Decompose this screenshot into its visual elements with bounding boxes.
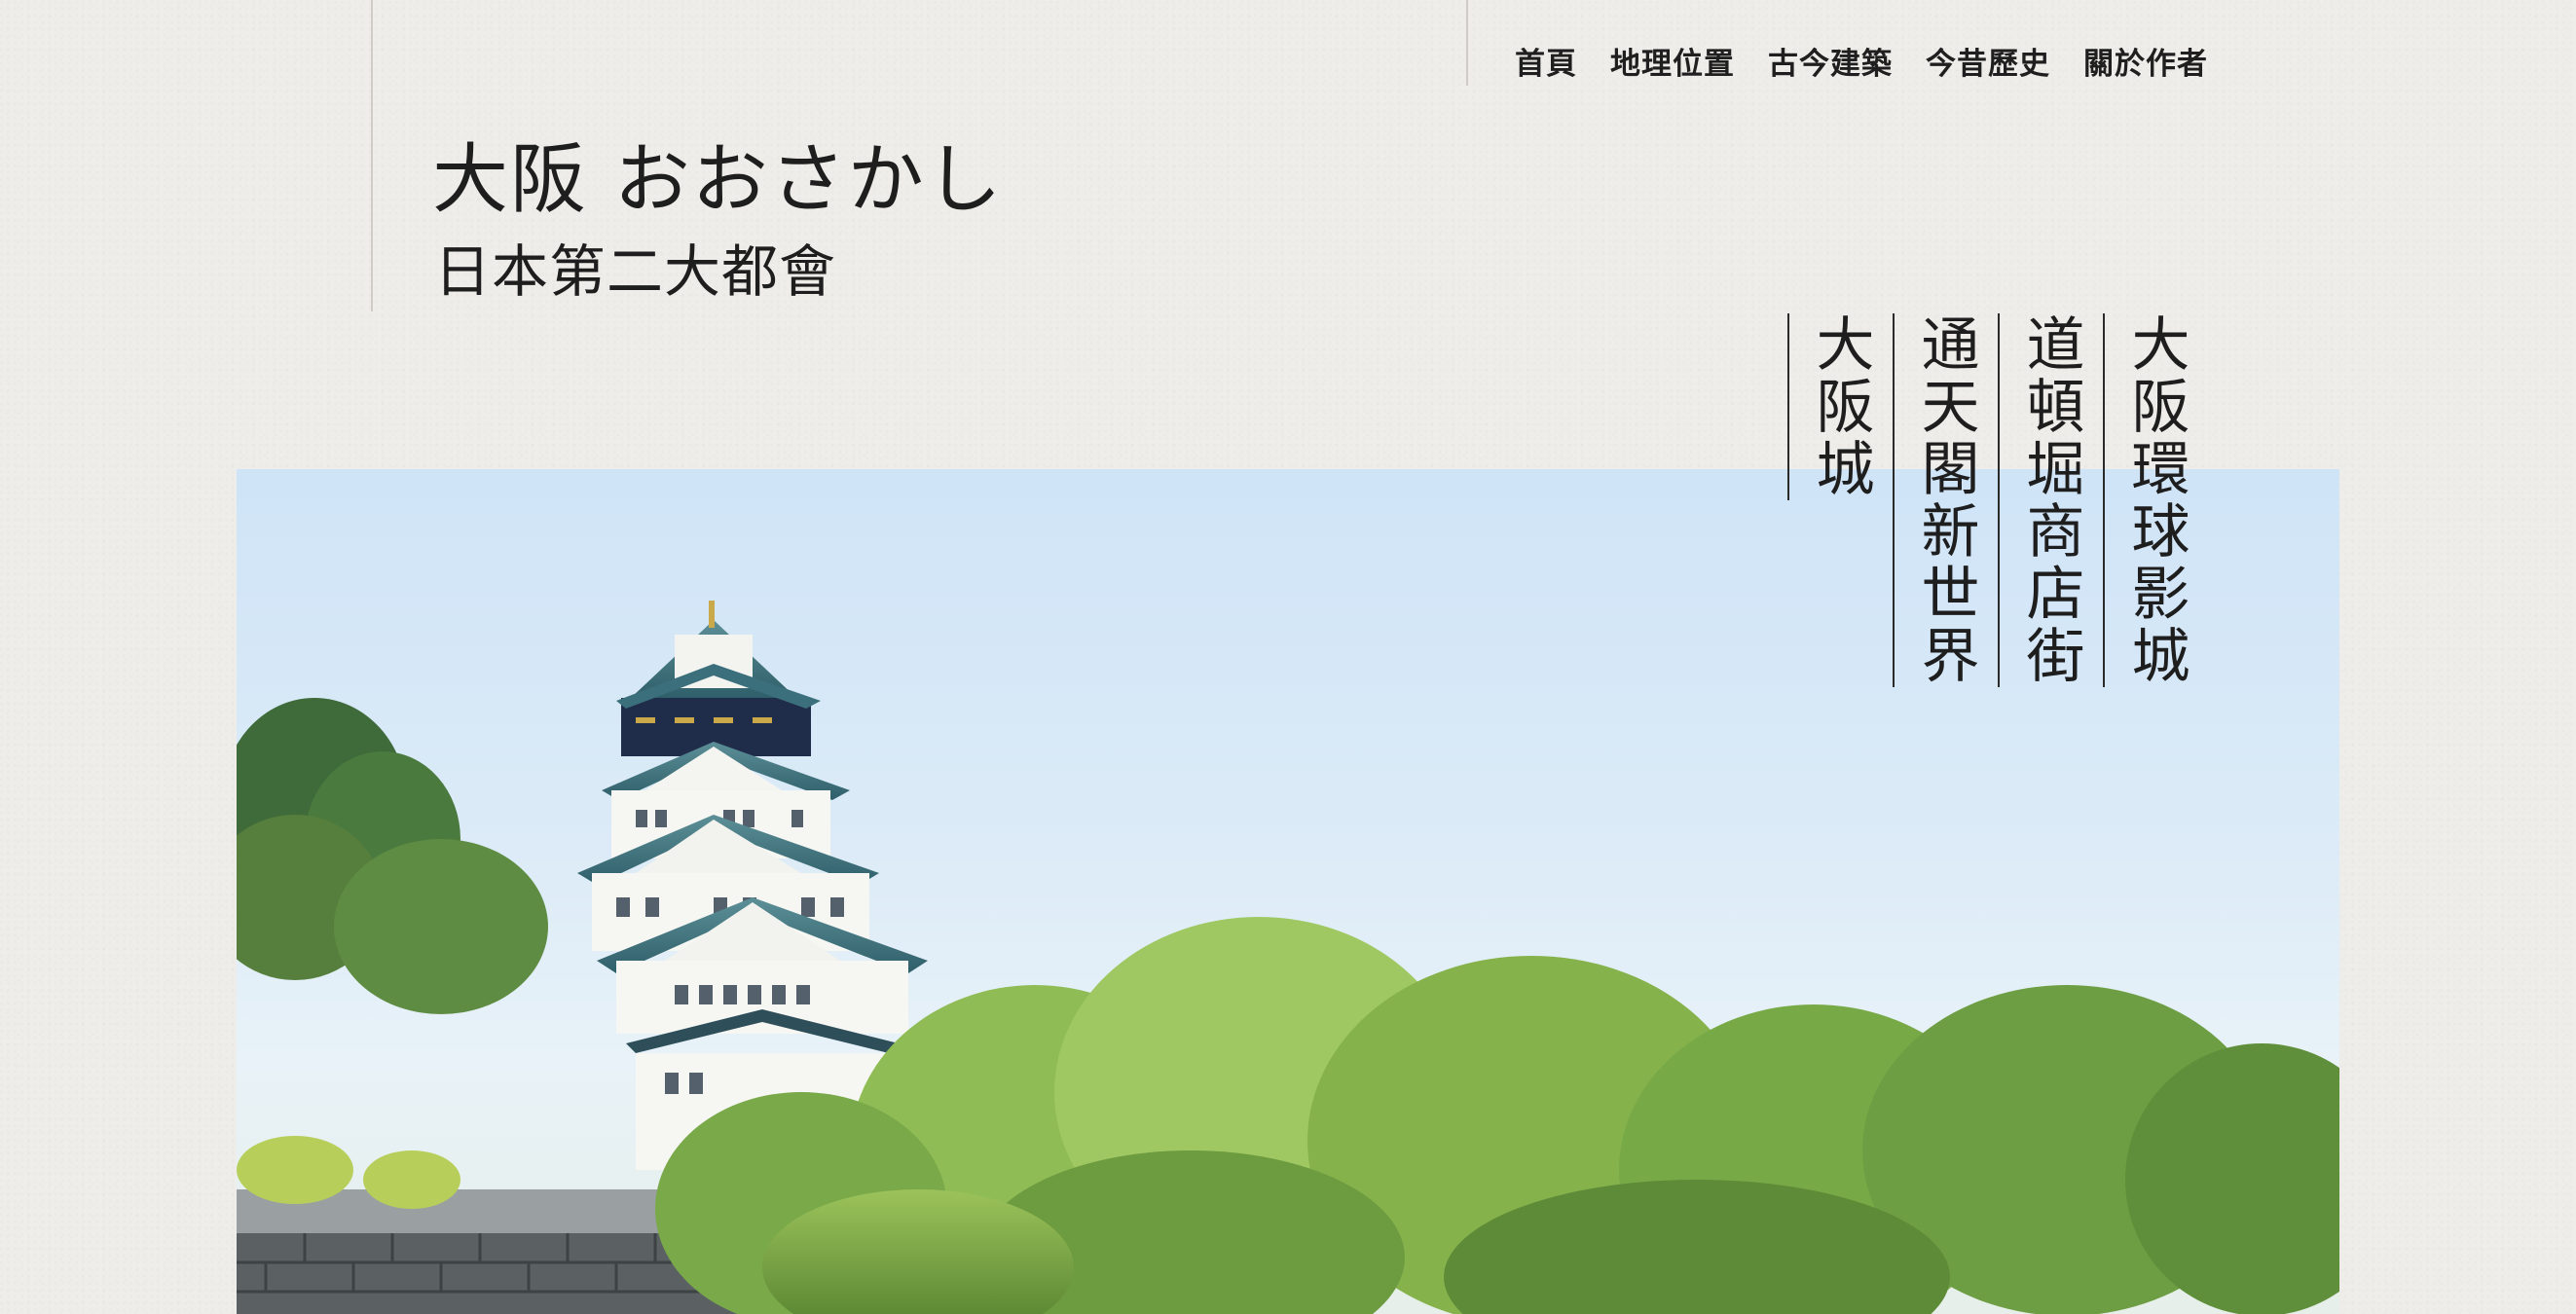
attraction-dotonbori[interactable]: 道頓堀商店街 — [1998, 313, 2084, 687]
nav-item-geography[interactable]: 地理位置 — [1610, 39, 1735, 83]
main-nav: 首頁 地理位置 古今建築 今昔歷史 關於作者 — [1515, 39, 2208, 83]
attraction-tsutenkaku[interactable]: 通天閣新世界 — [1893, 313, 1979, 687]
page-subtitle: 日本第二大都會 — [434, 238, 837, 305]
nav-item-history[interactable]: 今昔歷史 — [1926, 39, 2050, 83]
nav-item-about[interactable]: 關於作者 — [2083, 39, 2208, 83]
attraction-universal-studios[interactable]: 大阪環球影城 — [2103, 313, 2190, 687]
attraction-osaka-castle[interactable]: 大阪城 — [1787, 313, 1874, 500]
header-divider-line — [371, 0, 373, 311]
page-title: 大阪 おおさかし — [432, 136, 1004, 224]
nav-item-home[interactable]: 首頁 — [1515, 39, 1577, 83]
nav-item-architecture[interactable]: 古今建築 — [1768, 39, 1893, 83]
nav-divider-line — [1466, 0, 1468, 86]
tree-left — [237, 698, 548, 1014]
